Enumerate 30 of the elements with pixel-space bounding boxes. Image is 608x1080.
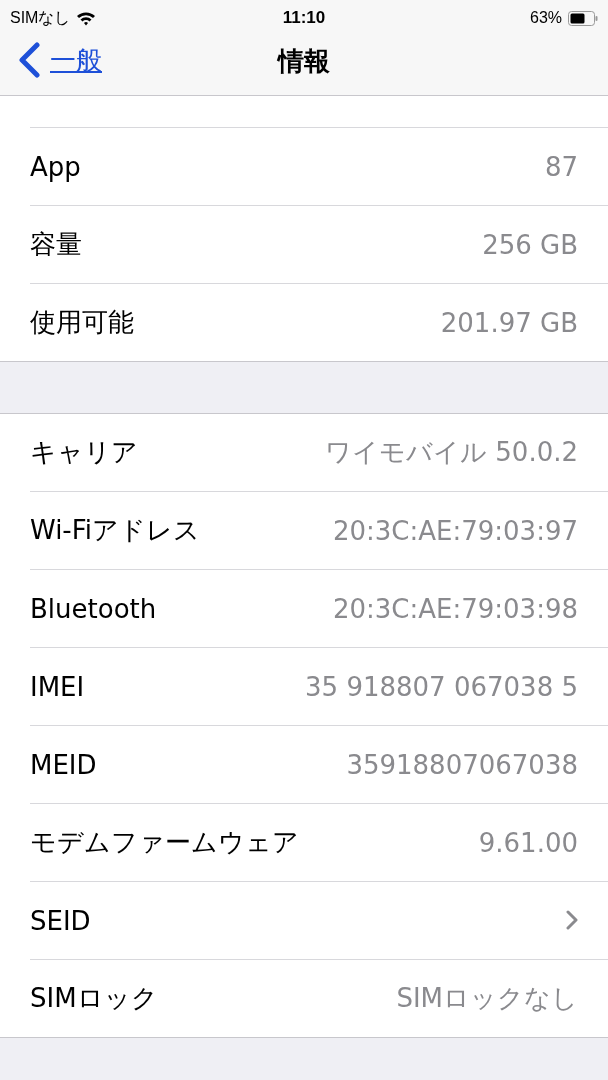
row-label: 使用可能 [30,306,135,339]
row-label: SEID [30,905,92,936]
row-value: 35918807067038 [346,749,578,780]
row-label: モデムファームウェア [30,826,300,859]
row-value: 20:3C:AE:79:03:97 [332,515,578,546]
back-button[interactable]: 一般 [18,42,102,78]
row-value: SIMロックなし [396,982,578,1015]
back-chevron-icon [18,42,40,78]
row-label: IMEI [30,671,86,702]
page-title: 情報 [278,45,330,78]
row-value: 35 918807 067038 5 [305,671,578,702]
row-label: MEID [30,749,98,780]
row-value: 9.61.00 [478,827,578,858]
row-value: 256 GB [482,229,578,260]
clock-text: 11:10 [282,8,326,28]
battery-percent: 63% [530,9,562,27]
row-value: ワイモバイル 50.0.2 [325,436,578,469]
row-label: Bluetooth [30,593,158,624]
row-value: 201.97 GB [440,307,578,338]
row-value: 87 [544,151,578,182]
row-label: SIMロック [30,982,159,1015]
wifi-icon [76,10,97,26]
row-label: キャリア [30,436,139,469]
row-label: 容量 [30,228,83,261]
chevron-right-icon [566,909,578,930]
row-value: 20:3C:AE:79:03:98 [332,593,578,624]
carrier-text: SIMなし [10,7,71,28]
row-label: Wi-Fiアドレス [30,514,202,547]
row-label: App [30,151,82,182]
battery-icon [568,10,598,26]
